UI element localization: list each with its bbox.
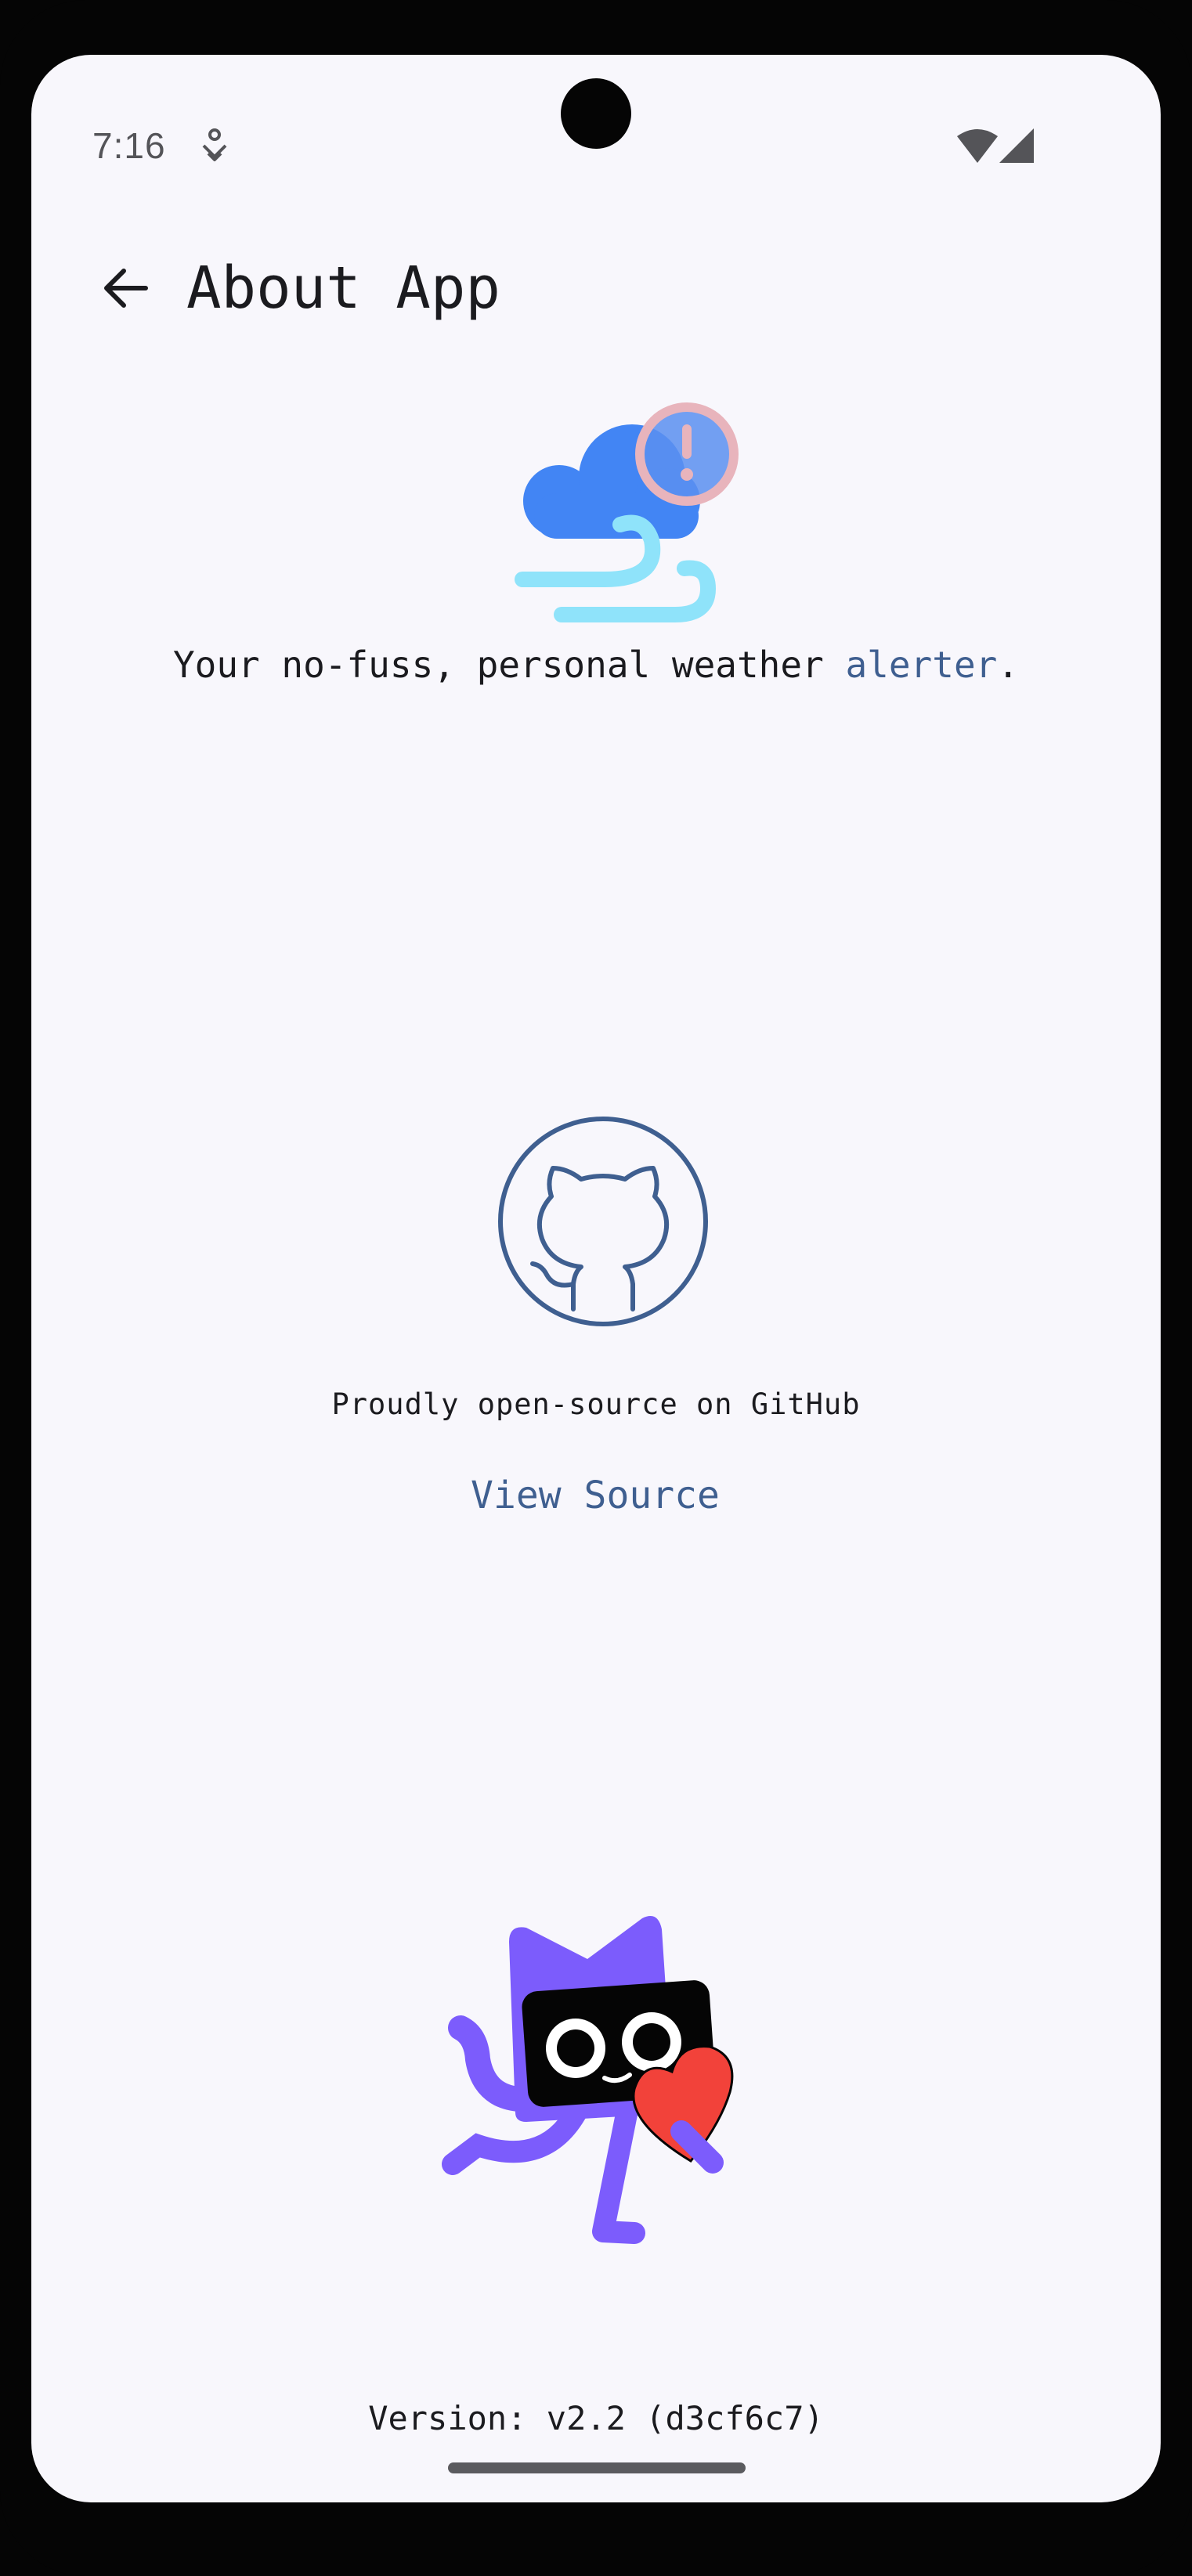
wifi-icon [957, 129, 998, 163]
view-source-link[interactable]: View Source [439, 1464, 752, 1527]
version-label: Version: v2.2 (d3cf6c7) [368, 2399, 824, 2437]
tagline: Your no-fuss, personal weather alerter. [31, 644, 1161, 686]
tagline-prefix: Your no-fuss, personal weather [172, 644, 846, 686]
notification-icon [202, 128, 227, 161]
screen: 7:16 About App Your no-fuss, personal we… [31, 55, 1161, 2502]
status-time: 7:16 [92, 125, 166, 166]
back-button[interactable] [86, 249, 164, 327]
github-caption: Proudly open-source on GitHub [331, 1387, 861, 1421]
mascot-illustration [442, 1916, 734, 2244]
tagline-suffix: . [997, 644, 1020, 686]
cell-signal-icon [999, 128, 1034, 163]
gesture-nav-handle[interactable] [448, 2462, 746, 2473]
tagline-highlight: alerter [845, 644, 998, 686]
arrow-back-icon [104, 269, 148, 308]
page-title: About App [186, 254, 500, 322]
cloud-wind-alert-icon [515, 402, 739, 622]
device-frame: 7:16 About App Your no-fuss, personal we… [0, 0, 1192, 2576]
github-icon [498, 1117, 708, 1326]
status-icons [957, 128, 1034, 163]
front-camera [561, 78, 631, 149]
